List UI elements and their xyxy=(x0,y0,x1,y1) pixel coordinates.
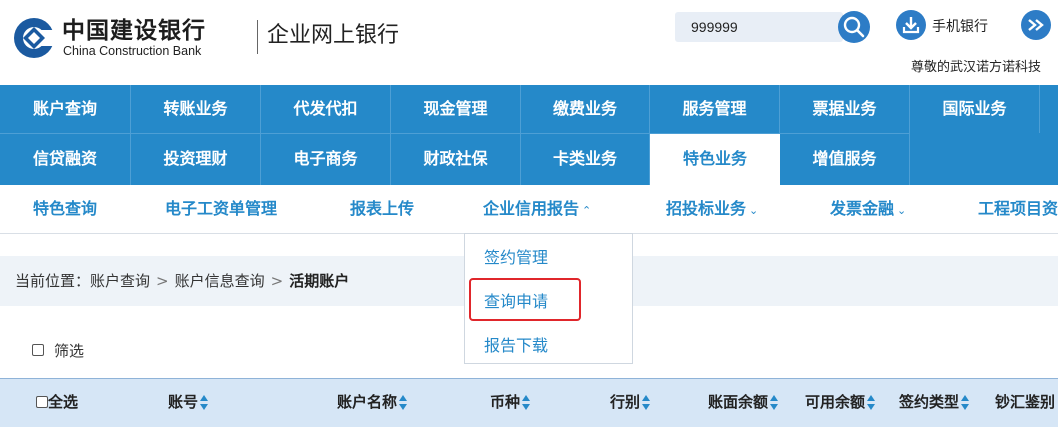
column-header-available-balance[interactable]: 可用余额 xyxy=(805,379,876,425)
nav-item-e-commerce[interactable]: 电子商务 xyxy=(261,133,391,185)
column-header-cash-remit[interactable]: 钞汇鉴别 xyxy=(995,379,1058,425)
subnav-label: 报表上传 xyxy=(350,199,415,218)
breadcrumb-separator: > xyxy=(270,272,284,290)
mobile-bank-link[interactable]: 手机银行 xyxy=(896,10,1006,42)
subnav-special-query[interactable]: 特色查询 xyxy=(33,185,97,233)
subnav-label: 电子工资单管理 xyxy=(165,199,278,218)
subnav-label: 招投标业务 xyxy=(666,199,747,218)
search-icon xyxy=(843,16,865,38)
chevron-down-icon: ⌄ xyxy=(897,204,907,217)
chevron-up-icon: ⌃ xyxy=(582,204,592,217)
nav-item-special-services[interactable]: 特色业务 xyxy=(650,133,780,185)
search-button[interactable] xyxy=(838,11,870,43)
logo-divider xyxy=(257,20,258,54)
welcome-text: 尊敬的武汉诺方诺科技 xyxy=(911,60,1042,75)
nav-item-cash-management[interactable]: 现金管理 xyxy=(391,85,521,133)
chevron-down-icon: ⌄ xyxy=(749,204,759,217)
sort-icon[interactable] xyxy=(642,394,651,411)
column-header-account-name[interactable]: 账户名称 xyxy=(337,379,408,425)
breadcrumb-separator: > xyxy=(156,272,169,290)
subnav-credit-report[interactable]: 企业信用报告 ⌃ xyxy=(483,185,591,233)
subnav-invoice-finance[interactable]: 发票金融 ⌄ xyxy=(830,185,906,233)
sort-icon[interactable] xyxy=(200,394,209,411)
nav-item-value-added[interactable]: 增值服务 xyxy=(780,133,910,185)
forward-arrow-icon xyxy=(1021,10,1051,40)
nav-item-service-management[interactable]: 服务管理 xyxy=(650,85,780,133)
column-label: 钞汇鉴别 xyxy=(995,393,1056,411)
column-header-bank[interactable]: 行别 xyxy=(610,379,651,425)
menu-item-contract-management[interactable]: 签约管理 xyxy=(484,244,548,268)
column-label: 账号 xyxy=(168,393,199,411)
bank-name-cn: 中国建设银行 xyxy=(62,17,206,44)
forward-link[interactable] xyxy=(1021,10,1058,42)
subnav-bidding[interactable]: 招投标业务 ⌄ xyxy=(666,185,758,233)
sort-icon[interactable] xyxy=(399,394,408,411)
nav-item-transfer[interactable]: 转账业务 xyxy=(131,85,261,133)
nav-item-agency-payment[interactable]: 代发代扣 xyxy=(261,85,391,133)
nav-item-bill-payment[interactable]: 缴费业务 xyxy=(521,85,650,133)
select-all[interactable]: 全选 xyxy=(36,379,78,425)
download-icon xyxy=(896,10,926,40)
column-label: 行别 xyxy=(610,393,641,411)
sort-icon[interactable] xyxy=(770,394,779,411)
sub-nav: 特色查询 电子工资单管理 报表上传 企业信用报告 ⌃ 招投标业务 ⌄ 发票金融 ⌄ 工… xyxy=(0,185,1058,234)
column-header-account-no[interactable]: 账号 xyxy=(168,379,209,425)
subnav-project[interactable]: 工程项目资 xyxy=(978,185,1058,233)
filter-label: 筛选 xyxy=(54,342,85,360)
column-header-book-balance[interactable]: 账面余额 xyxy=(708,379,779,425)
sort-icon[interactable] xyxy=(961,394,970,411)
column-header-contract-type[interactable]: 签约类型 xyxy=(899,379,970,425)
subnav-label: 工程项目资 xyxy=(978,199,1058,218)
sort-icon[interactable] xyxy=(867,394,876,411)
sort-icon[interactable] xyxy=(522,394,531,411)
nav-item-investment[interactable]: 投资理财 xyxy=(131,133,261,185)
nav-item-fiscal-social[interactable]: 财政社保 xyxy=(391,133,521,185)
breadcrumb-prefix: 当前位置： xyxy=(15,272,91,290)
column-label: 账面余额 xyxy=(708,393,769,411)
breadcrumb-item[interactable]: 账户信息查询 xyxy=(175,272,265,290)
search-box xyxy=(675,12,843,42)
subnav-label: 企业信用报告 xyxy=(483,199,580,218)
nav-item-credit-financing[interactable]: 信贷融资 xyxy=(0,133,131,185)
column-label: 币种 xyxy=(490,393,521,411)
system-title: 企业网上银行 xyxy=(267,23,400,48)
ccb-logo-icon xyxy=(14,18,56,58)
highlight-box xyxy=(469,278,581,321)
column-label: 签约类型 xyxy=(899,393,960,411)
search-input[interactable] xyxy=(675,12,835,42)
breadcrumb-current: 活期账户 xyxy=(289,272,350,290)
header: 中国建设银行 China Construction Bank 企业网上银行 手机… xyxy=(0,0,1058,85)
nav-item-notes[interactable]: 票据业务 xyxy=(780,85,910,133)
mobile-bank-label: 手机银行 xyxy=(932,19,988,35)
nav-item-international[interactable]: 国际业务 xyxy=(910,85,1040,133)
subnav-report-upload[interactable]: 报表上传 xyxy=(350,185,414,233)
select-all-checkbox[interactable] xyxy=(36,396,48,408)
filter-checkbox[interactable] xyxy=(32,344,44,356)
breadcrumb-text: 当前位置：账户查询 > 账户信息查询 > 活期账户 xyxy=(15,256,349,306)
breadcrumb-item[interactable]: 账户查询 xyxy=(90,272,150,290)
subnav-label: 特色查询 xyxy=(33,199,98,218)
main-nav: 账户查询 转账业务 代发代扣 现金管理 缴费业务 服务管理 票据业务 国际业务 … xyxy=(0,85,1058,185)
subnav-e-payslip[interactable]: 电子工资单管理 xyxy=(165,185,277,233)
column-header-currency[interactable]: 币种 xyxy=(490,379,531,425)
subnav-label: 发票金融 xyxy=(830,199,895,218)
nav-item-account-query[interactable]: 账户查询 xyxy=(0,85,131,133)
table-header: 全选 账号 账户名称 币种 行别 账面余额 可用余额 签约类型 钞汇鉴别 xyxy=(0,378,1058,427)
column-label: 账户名称 xyxy=(337,393,398,411)
bank-name-en: China Construction Bank xyxy=(63,44,202,58)
nav-item-card-services[interactable]: 卡类业务 xyxy=(521,133,650,185)
column-label: 可用余额 xyxy=(805,393,866,411)
select-all-label: 全选 xyxy=(48,393,79,411)
menu-item-report-download[interactable]: 报告下载 xyxy=(484,332,548,356)
